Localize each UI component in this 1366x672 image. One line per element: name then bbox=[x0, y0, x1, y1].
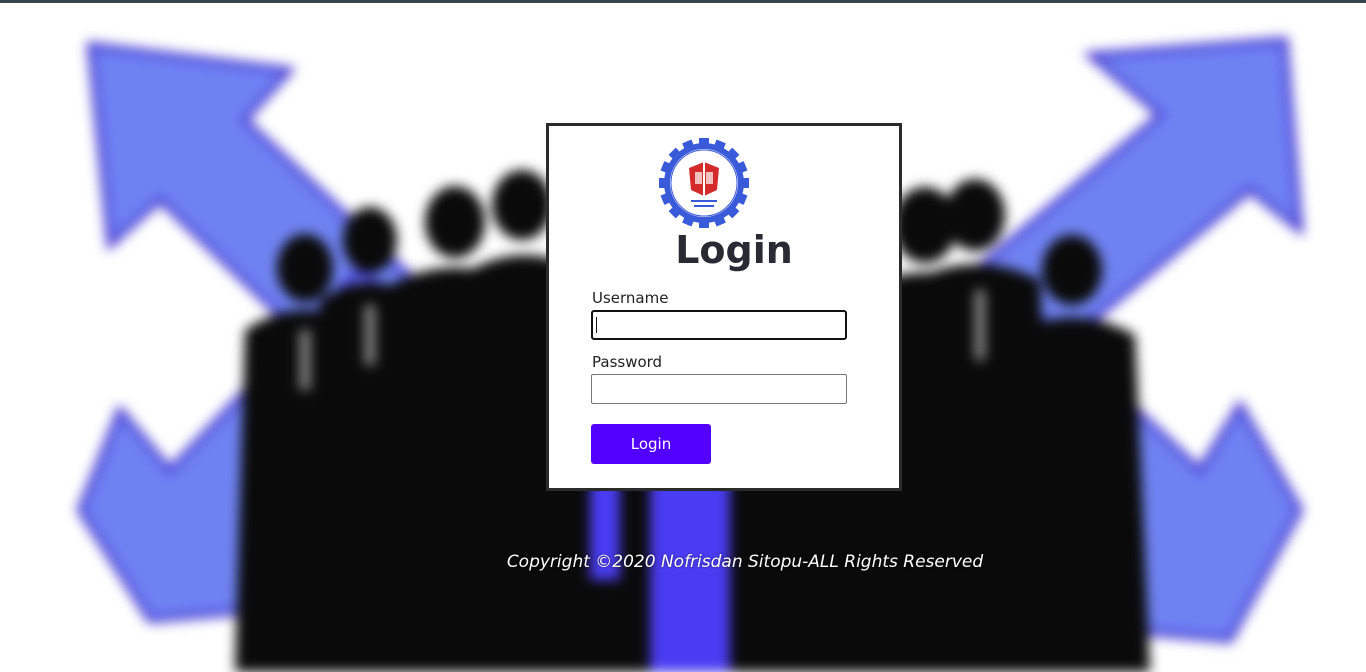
password-label: Password bbox=[592, 353, 663, 371]
login-card: Login Username Password Login bbox=[546, 123, 902, 491]
institution-logo-icon bbox=[659, 138, 749, 228]
text-caret bbox=[596, 317, 597, 333]
top-bar bbox=[0, 0, 1366, 3]
password-input[interactable] bbox=[591, 374, 847, 404]
copyright-text: Copyright ©2020 Nofrisdan Sitopu-ALL Rig… bbox=[506, 552, 984, 572]
login-page: Login Username Password Login Copyright … bbox=[0, 0, 1366, 672]
username-label: Username bbox=[592, 289, 669, 307]
login-button[interactable]: Login bbox=[591, 424, 711, 464]
username-input[interactable] bbox=[591, 310, 847, 340]
login-title: Login bbox=[675, 228, 793, 272]
